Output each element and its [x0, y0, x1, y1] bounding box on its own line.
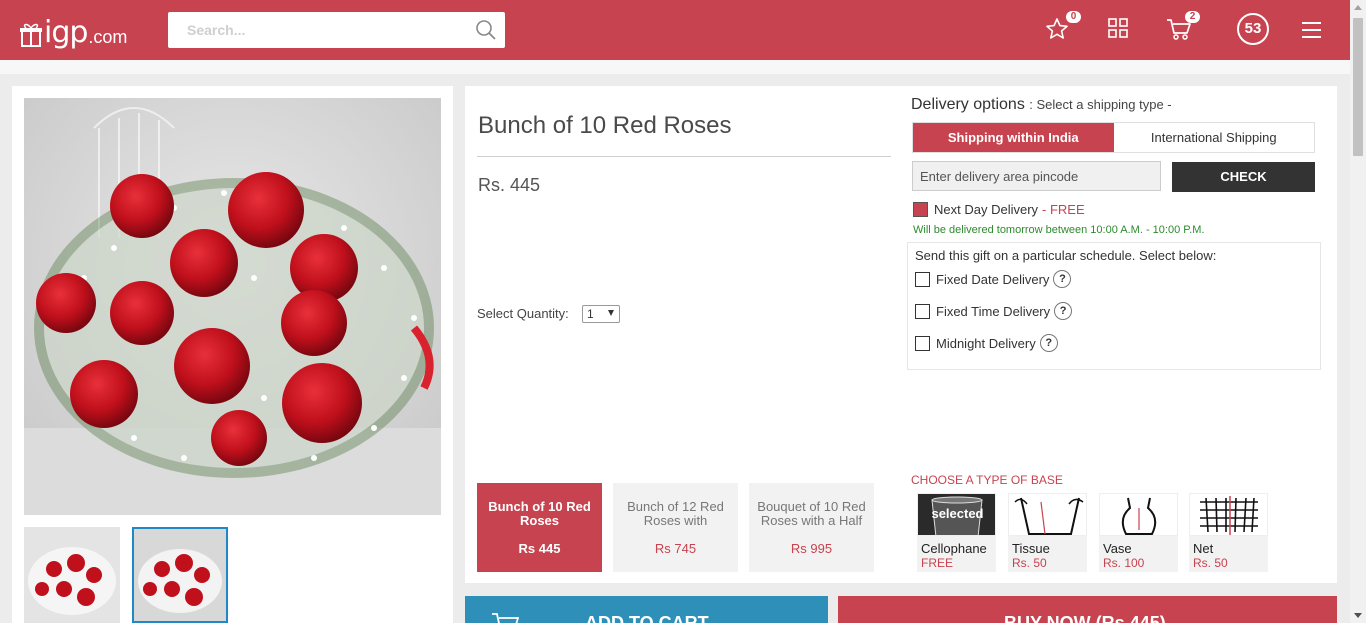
shipping-tabs: Shipping within India International Ship…: [912, 122, 1315, 153]
vase-image: [1099, 493, 1178, 536]
midnight-label: Midnight Delivery: [936, 335, 1036, 351]
help-icon[interactable]: ?: [1054, 302, 1073, 320]
page-scrollbar[interactable]: [1350, 0, 1366, 623]
fixed-time-label: Fixed Time Delivery: [936, 303, 1051, 319]
selected-label: selected: [931, 506, 984, 521]
cart-count-badge: 2: [1185, 11, 1200, 23]
variant-option[interactable]: Bunch of 12 Red Roses with Rs 745: [613, 483, 738, 572]
wishlist-button[interactable]: 0: [1045, 11, 1081, 43]
next-day-delivery[interactable]: Next Day Delivery - FREE: [913, 202, 1085, 217]
hamburger-menu-icon: [1302, 22, 1321, 38]
delivery-heading-title: Delivery options: [911, 96, 1025, 113]
top-header: igp .com 0 2 53: [0, 0, 1350, 60]
base-name: Cellophane: [921, 541, 987, 556]
net-image: [1189, 493, 1268, 536]
caret-down-icon: [608, 310, 614, 316]
variant-price: Rs 445: [518, 541, 561, 556]
base-name: Net: [1193, 541, 1214, 556]
variant-option[interactable]: Bouquet of 10 Red Roses with a Half Rs 9…: [749, 483, 874, 572]
product-main-image[interactable]: [24, 98, 441, 515]
help-icon[interactable]: ?: [1053, 270, 1072, 288]
tab-shipping-within-india[interactable]: Shipping within India: [913, 123, 1114, 152]
fixed-time-checkbox[interactable]: [915, 303, 930, 319]
cart-button[interactable]: 2: [1166, 11, 1200, 43]
product-title: Bunch of 10 Red Roses: [478, 112, 732, 139]
delivery-note: Will be delivered tomorrow between 10:00…: [913, 224, 1205, 236]
buy-now-button[interactable]: BUY NOW (Rs.445): [838, 596, 1337, 623]
variant-name: Bouquet of 10 Red Roses with a Half: [757, 500, 866, 528]
scroll-up-arrow-icon[interactable]: [1354, 5, 1362, 10]
base-name: Vase: [1103, 541, 1132, 556]
variant-name: Bunch of 12 Red Roses with: [627, 500, 724, 528]
quantity-value: 1: [587, 307, 594, 321]
base-price: Rs. 100: [1103, 556, 1145, 570]
variant-price: Rs 995: [790, 541, 833, 556]
site-logo[interactable]: igp .com: [20, 12, 127, 48]
base-option-net[interactable]: Net Rs. 50: [1189, 493, 1268, 572]
scroll-down-arrow-icon[interactable]: [1354, 613, 1362, 618]
next-day-free: - FREE: [1042, 202, 1085, 217]
add-to-cart-button[interactable]: ADD TO CART: [465, 596, 828, 623]
check-pincode-button[interactable]: CHECK: [1172, 162, 1315, 192]
product-thumbnail-selected[interactable]: [132, 527, 228, 623]
search-input[interactable]: [168, 12, 458, 48]
wishlist-count-badge: 0: [1066, 11, 1081, 23]
midnight-delivery-option[interactable]: Midnight Delivery ?: [915, 334, 1058, 352]
help-icon[interactable]: ?: [1039, 334, 1058, 352]
base-price: FREE: [921, 556, 954, 570]
product-thumbnail[interactable]: [24, 527, 120, 623]
next-day-label: Next Day Delivery: [934, 202, 1039, 217]
base-price: Rs. 50: [1012, 556, 1047, 570]
quantity-label: Select Quantity:: [477, 306, 569, 321]
title-divider: [477, 156, 891, 157]
scrollbar-thumb[interactable]: [1353, 18, 1363, 156]
schedule-box: Send this gift on a particular schedule.…: [907, 242, 1321, 370]
menu-button[interactable]: [1301, 21, 1327, 47]
product-price: Rs. 445: [478, 175, 541, 195]
fixed-date-delivery-option[interactable]: Fixed Date Delivery ?: [915, 270, 1072, 288]
search-icon[interactable]: [475, 19, 497, 41]
star-icon: [1046, 18, 1068, 39]
base-option-tissue[interactable]: Tissue Rs. 50: [1008, 493, 1087, 572]
tab-international-shipping[interactable]: International Shipping: [1114, 123, 1315, 152]
variant-option[interactable]: Bunch of 10 Red Roses Rs 445: [477, 483, 602, 572]
logo-tld: .com: [88, 27, 128, 47]
tissue-image: [1008, 493, 1087, 536]
delivery-heading-sub: : Select a shipping type -: [1029, 97, 1172, 112]
schedule-text: Send this gift on a particular schedule.…: [915, 248, 1217, 263]
fixed-date-checkbox[interactable]: [915, 271, 930, 287]
next-day-checkbox[interactable]: [913, 202, 928, 217]
add-to-cart-label: ADD TO CART: [585, 613, 709, 623]
midnight-checkbox[interactable]: [915, 335, 930, 351]
base-price: Rs. 50: [1193, 556, 1228, 570]
cellophane-image: selected: [917, 493, 996, 536]
base-option-cellophane[interactable]: selected Cellophane FREE: [917, 493, 996, 572]
user-avatar[interactable]: 53: [1237, 13, 1269, 45]
base-heading: CHOOSE A TYPE OF BASE: [911, 473, 1063, 487]
variant-name: Bunch of 10 Red Roses: [488, 500, 591, 528]
pincode-input[interactable]: [912, 161, 1161, 191]
cart-icon: [492, 613, 519, 623]
fixed-time-delivery-option[interactable]: Fixed Time Delivery ?: [915, 302, 1073, 320]
categories-button[interactable]: [1107, 17, 1133, 43]
base-option-vase[interactable]: Vase Rs. 100: [1099, 493, 1178, 572]
quantity-select[interactable]: 1: [582, 305, 620, 323]
product-info-panel: Bunch of 10 Red Roses Rs. 445 Select Qua…: [465, 86, 1337, 583]
fixed-date-label: Fixed Date Delivery: [936, 271, 1050, 287]
delivery-heading: Delivery options : Select a shipping typ…: [911, 96, 1172, 114]
logo-text: igp: [44, 15, 88, 50]
search-box: [168, 12, 505, 48]
base-name: Tissue: [1012, 541, 1050, 556]
grid-icon: [1108, 18, 1128, 38]
breadcrumb: [0, 60, 1350, 74]
buy-now-label: BUY NOW (Rs.445): [1004, 613, 1166, 623]
gift-logo-icon: [20, 23, 42, 47]
product-image-panel: [12, 86, 453, 623]
variant-price: Rs 745: [654, 541, 697, 556]
